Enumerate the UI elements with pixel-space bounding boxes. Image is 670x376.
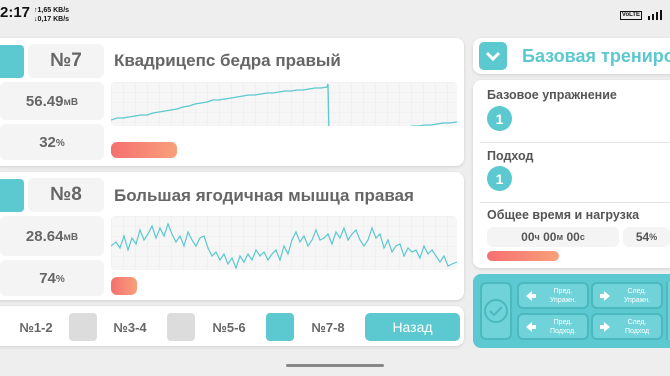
system-icons: VoLTE [619,10,662,20]
approach-label: Подход [487,149,534,163]
load-percent-unit: % [649,232,658,242]
net-down-unit: KB/s [53,16,70,23]
check-circle-icon [484,299,508,323]
status-time: 2:17 [0,4,31,21]
volte-icon: VoLTE [619,10,642,20]
sensor-percent: 32% [0,124,104,160]
time-seconds: 00 [566,230,580,244]
prev-approach-label: Пред. Подход. [549,318,577,335]
divider [480,142,670,143]
pager-item-5-6[interactable]: №5-6 [198,314,260,340]
extra-control-button[interactable] [666,282,670,340]
sensor-title: Квадрицепс бедра правый [114,51,341,70]
time-hours-unit: ч [534,232,540,242]
sensor-number-text: №8 [50,184,82,205]
base-exercise-value: 1 [487,106,512,131]
sensor-percent: 74% [0,260,104,296]
pager-indicator-5-6 [167,313,195,341]
sensor-color-indicator [0,179,24,212]
pager-item-7-8[interactable]: №7-8 [298,314,358,340]
sensor-percent-unit: % [55,138,65,149]
sensor-amplitude-unit: мВ [63,97,79,108]
time-minutes: 00 [543,230,557,244]
pager-indicator-7-8 [266,313,294,341]
net-down-value: 0,17 [37,16,52,23]
sensor-percent-value: 32 [39,133,56,151]
net-up-value: 1,65 [37,7,52,14]
load-percent-display: 54% [623,227,670,247]
training-title: Базовая трениров [522,46,670,66]
sensor-title: Большая ягодичная мышца правая [114,186,414,205]
total-time-display: 00 ч 00 м 00 с [487,227,619,247]
confirm-button[interactable] [480,282,512,340]
home-indicator[interactable] [286,364,384,367]
signal-icon [648,10,662,20]
next-exercise-label: След. Упражн. [623,287,651,304]
next-approach-label: След. Подход [624,318,650,335]
arrow-right-icon [599,321,611,333]
base-exercise-label: Базовое упражнение [487,88,617,102]
sensor-number: №8 [28,178,104,212]
next-exercise-button[interactable]: След. Упражн. [591,282,663,309]
sensor-progress-bar [111,277,137,295]
load-percent-value: 54 [635,230,650,244]
arrow-left-icon [525,321,537,333]
pager-item-1-2[interactable]: №1-2 [6,314,66,340]
time-seconds-unit: с [579,232,585,242]
sensor-amplitude-value: 56.49 [25,92,64,110]
emg-chart [111,82,457,126]
time-minutes-unit: м [556,232,564,242]
sensor-percent-unit: % [55,274,65,285]
sensor-amplitude-unit: мВ [63,232,79,243]
sensor-progress-bar [111,142,177,158]
emg-signal-line [111,216,457,270]
net-up-unit: KB/s [53,7,70,14]
sensor-number: №7 [28,44,104,78]
total-time-load-label: Общее время и нагрузка [487,208,640,222]
prev-approach-button[interactable]: Пред. Подход. [517,313,589,340]
chevron-down-icon [485,51,501,61]
time-hours: 00 [521,230,535,244]
prev-exercise-label: Пред. Упражн. [549,287,577,304]
next-approach-button[interactable]: След. Подход [591,313,663,340]
pager-indicator-3-4 [69,313,97,341]
emg-signal-line [111,82,457,126]
arrow-left-icon [525,290,537,302]
sensor-amplitude: 28.64 мВ [0,216,104,256]
collapse-toggle-button[interactable] [479,42,507,70]
approach-value: 1 [487,166,512,191]
network-speed: ↑1,65 KB/s ↓0,17 KB/s [34,6,69,24]
sensor-amplitude: 56.49 мВ [0,82,104,120]
sensor-color-indicator [0,45,24,78]
back-button[interactable]: Назад [365,313,460,341]
pager-item-3-4[interactable]: №3-4 [100,314,160,340]
sensor-percent-value: 74 [39,269,56,287]
sensor-number-text: №7 [50,50,82,71]
prev-exercise-button[interactable]: Пред. Упражн. [517,282,589,309]
total-load-progress-bar [487,251,559,261]
sensor-amplitude-value: 28.64 [25,227,64,245]
divider [480,202,670,203]
emg-chart [111,216,457,270]
arrow-right-icon [599,290,611,302]
